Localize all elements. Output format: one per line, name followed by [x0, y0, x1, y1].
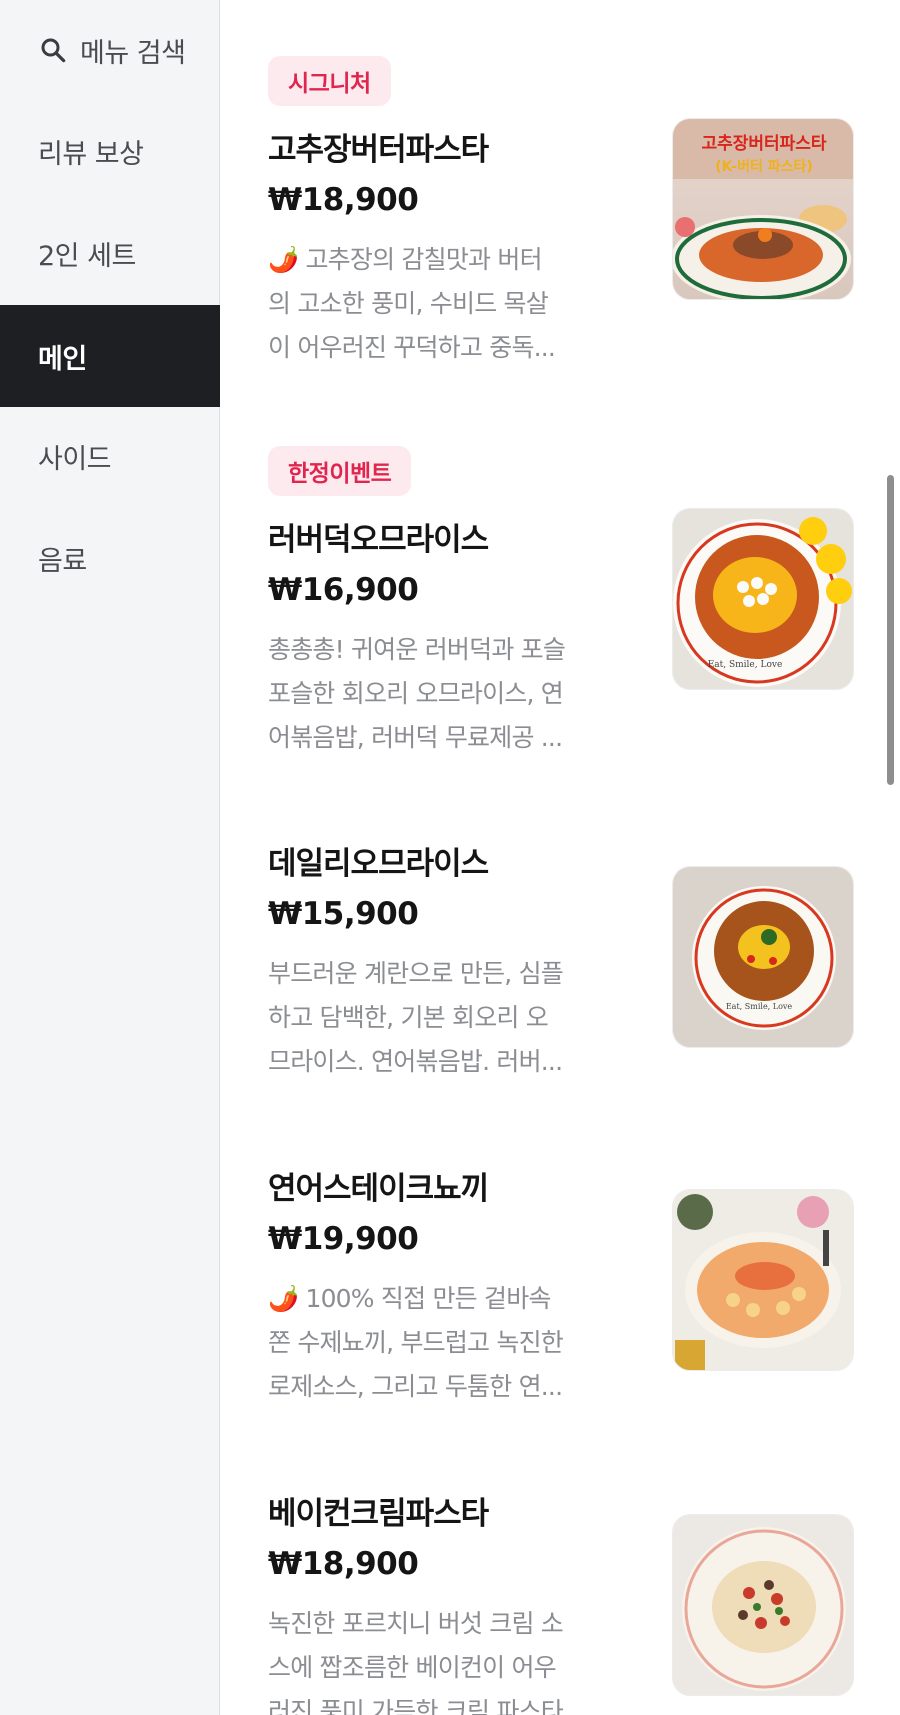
- category-set-for-two[interactable]: 2인 세트: [0, 202, 220, 304]
- item-photo: [672, 1514, 854, 1696]
- scrollbar-thumb[interactable]: [887, 475, 894, 785]
- item-price: ₩19,900: [268, 1221, 419, 1257]
- item-photo: Eat, Smile, Love: [672, 866, 854, 1048]
- search-label: 메뉴 검색: [80, 37, 186, 69]
- menu-item-gochujang-butter-pasta[interactable]: 시그니처 고추장버터파스타 ₩18,900 🌶️ 고추장의 감칠맛과 버터 의 고…: [221, 0, 900, 400]
- category-main[interactable]: 메인: [0, 305, 220, 407]
- svg-text:(K-버터 파스타): (K-버터 파스타): [715, 158, 813, 175]
- item-price: ₩15,900: [268, 896, 419, 932]
- item-name: 고추장버터파스타: [268, 132, 489, 168]
- item-photo: Eat, Smile, Love: [672, 508, 854, 690]
- item-name: 러버덕오므라이스: [268, 522, 489, 558]
- category-sidebar: 메뉴 검색 리뷰 보상 2인 세트 메인 사이드 음료: [0, 0, 220, 1715]
- item-price: ₩18,900: [268, 1546, 419, 1582]
- item-description: 🌶️ 100% 직접 만든 겉바속 쫀 수제뇨끼, 부드럽고 녹진한 로제소스, 그…: [268, 1284, 564, 1401]
- item-photo: [672, 1189, 854, 1371]
- signature-badge: 시그니처: [268, 56, 391, 106]
- item-price: ₩16,900: [268, 572, 419, 608]
- svg-text:Eat, Smile, Love: Eat, Smile, Love: [708, 660, 783, 670]
- category-review-reward[interactable]: 리뷰 보상: [0, 100, 220, 202]
- item-description: 🌶️ 고추장의 감칠맛과 버터 의 고소한 풍미, 수비드 목살 이 어우러진 꾸덕…: [268, 245, 556, 362]
- item-description: 녹진한 포르치니 버섯 크림 소 스에 짭조름한 베이컨이 어우 러진 풍미 가득한…: [268, 1609, 564, 1715]
- item-price: ₩18,900: [268, 182, 419, 218]
- item-name: 데일리오므라이스: [268, 846, 489, 882]
- item-description: 부드러운 계란으로 만든, 심플 하고 담백한, 기본 회오리 오 므라이스. 연어…: [268, 959, 564, 1076]
- svg-text:Eat, Smile, Love: Eat, Smile, Love: [726, 1002, 793, 1011]
- item-photo: 고추장버터파스타 (K-버터 파스타): [672, 118, 854, 300]
- menu-search-button[interactable]: 메뉴 검색: [38, 30, 186, 70]
- search-icon: [41, 38, 66, 63]
- category-side[interactable]: 사이드: [0, 405, 220, 507]
- limited-event-badge: 한정이벤트: [268, 446, 412, 496]
- item-name: 베이컨크림파스타: [268, 1496, 489, 1532]
- menu-item-salmon-steak-gnocchi[interactable]: 연어스테이크뇨끼 ₩19,900 🌶️ 100% 직접 만든 겉바속 쫀 수제뇨끼…: [221, 1125, 900, 1450]
- menu-list: 시그니처 고추장버터파스타 ₩18,900 🌶️ 고추장의 감칠맛과 버터 의 고…: [221, 0, 900, 1715]
- menu-item-bacon-cream-pasta[interactable]: 베이컨크림파스타 ₩18,900 녹진한 포르치니 버섯 크림 소 스에 짭조름한…: [221, 1450, 900, 1715]
- item-name: 연어스테이크뇨끼: [268, 1171, 489, 1207]
- category-drinks[interactable]: 음료: [0, 507, 220, 609]
- svg-text:고추장버터파스타: 고추장버터파스타: [701, 134, 826, 154]
- menu-item-daily-omurice[interactable]: 데일리오므라이스 ₩15,900 부드러운 계란으로 만든, 심플 하고 담백한,…: [221, 800, 900, 1125]
- item-description: 총총총! 귀여운 러버덕과 포슬 포슬한 회오리 오므라이스, 연 어볶음밥, 러버…: [268, 635, 566, 752]
- menu-item-rubber-duck-omurice[interactable]: 한정이벤트 러버덕오므라이스 ₩16,900 총총총! 귀여운 러버덕과 포슬 포…: [221, 400, 900, 800]
